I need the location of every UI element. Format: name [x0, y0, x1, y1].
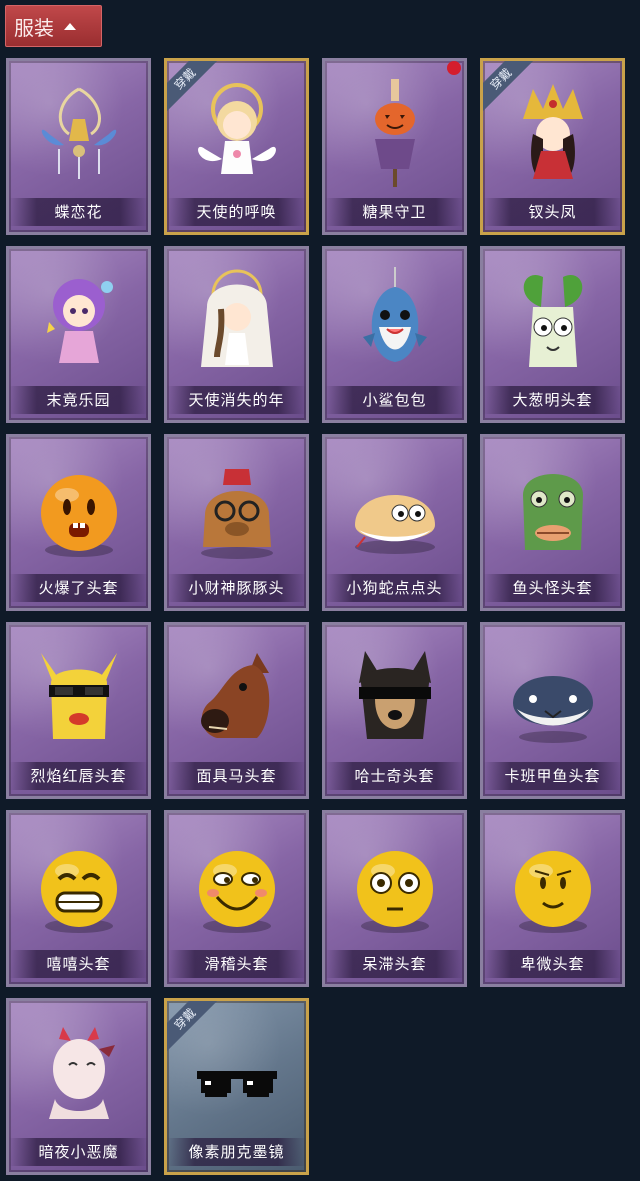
- costume-name: 面具马头套: [167, 762, 306, 790]
- costume-card[interactable]: 蝶恋花: [6, 58, 151, 235]
- veiled-angel-doll-icon: [187, 267, 287, 377]
- husky-sunglasses-head-icon: [345, 643, 445, 753]
- costume-card[interactable]: 面具马头套: [164, 622, 309, 799]
- purple-hair-doll-icon: [29, 267, 129, 377]
- costume-name: 天使消失的年: [167, 386, 306, 414]
- costume-card[interactable]: 大葱明头套: [480, 246, 625, 423]
- costume-name: 蝶恋花: [9, 198, 148, 226]
- costume-name: 像素朋克墨镜: [167, 1138, 306, 1166]
- costume-card[interactable]: 滑稽头套: [164, 810, 309, 987]
- costume-card[interactable]: 暗夜小恶魔: [6, 998, 151, 1175]
- scallion-head-icon: [503, 267, 603, 377]
- costume-name: 鱼头怪头套: [483, 574, 622, 602]
- costume-card[interactable]: 哈士奇头套: [322, 622, 467, 799]
- costume-card[interactable]: 像素朋克墨镜 穿戴: [164, 998, 309, 1175]
- costume-card[interactable]: 呆滞头套: [322, 810, 467, 987]
- costume-card[interactable]: 卡班甲鱼头套: [480, 622, 625, 799]
- costume-name: 暗夜小恶魔: [9, 1138, 148, 1166]
- costume-name: 大葱明头套: [483, 386, 622, 414]
- costume-card[interactable]: 末竟乐园: [6, 246, 151, 423]
- dazed-emoji-head-icon: [345, 831, 445, 941]
- costume-name: 滑稽头套: [167, 950, 306, 978]
- costume-card[interactable]: 小狗蛇点点头: [322, 434, 467, 611]
- costume-card[interactable]: 嘻嘻头套: [6, 810, 151, 987]
- costume-card[interactable]: 天使消失的年: [164, 246, 309, 423]
- costume-name: 末竟乐园: [9, 386, 148, 414]
- costume-card[interactable]: 钗头凤 穿戴: [480, 58, 625, 235]
- grin-emoji-head-icon: [29, 831, 129, 941]
- costume-name: 嘻嘻头套: [9, 950, 148, 978]
- costume-name: 卑微头套: [483, 950, 622, 978]
- pixel-sunglasses-icon: [187, 1019, 287, 1129]
- costume-card[interactable]: 鱼头怪头套: [480, 434, 625, 611]
- costume-name: 小狗蛇点点头: [325, 574, 464, 602]
- butterfly-bell-pendant-icon: [29, 79, 129, 189]
- costume-name: 糖果守卫: [325, 198, 464, 226]
- humble-emoji-head-icon: [503, 831, 603, 941]
- fish-head-icon: [503, 455, 603, 565]
- costume-card[interactable]: 天使的呼唤 穿戴: [164, 58, 309, 235]
- fireball-head-icon: [29, 455, 129, 565]
- capybara-head-icon: [187, 455, 287, 565]
- phoenix-crown-doll-icon: [503, 79, 603, 189]
- costume-name: 天使的呼唤: [167, 198, 306, 226]
- horse-mask-icon: [187, 643, 287, 753]
- costume-name: 火爆了头套: [9, 574, 148, 602]
- costume-card[interactable]: 卑微头套: [480, 810, 625, 987]
- dog-snake-head-icon: [345, 455, 445, 565]
- costume-name: 烈焰红唇头套: [9, 762, 148, 790]
- shark-bag-icon: [345, 267, 445, 377]
- costume-name: 呆滞头套: [325, 950, 464, 978]
- new-indicator-dot: [447, 61, 461, 75]
- costume-card[interactable]: 烈焰红唇头套: [6, 622, 151, 799]
- costume-card[interactable]: 小鲨包包: [322, 246, 467, 423]
- yellow-mask-sunglasses-icon: [29, 643, 129, 753]
- costume-name: 小财神豚豚头: [167, 574, 306, 602]
- funny-emoji-head-icon: [187, 831, 287, 941]
- costume-name: 卡班甲鱼头套: [483, 762, 622, 790]
- fish-ball-head-icon: [503, 643, 603, 753]
- costume-grid: 蝶恋花 天使的呼唤 穿戴 糖果守卫 钗头凤 穿戴 末竟乐园 天使消失的年 小鲨包…: [0, 0, 640, 1181]
- little-devil-head-icon: [29, 1019, 129, 1129]
- costume-card[interactable]: 糖果守卫: [322, 58, 467, 235]
- pumpkin-scarecrow-pendant-icon: [345, 79, 445, 189]
- costume-card[interactable]: 火爆了头套: [6, 434, 151, 611]
- costume-card[interactable]: 小财神豚豚头: [164, 434, 309, 611]
- angel-doll-icon: [187, 79, 287, 189]
- costume-name: 钗头凤: [483, 198, 622, 226]
- costume-name: 哈士奇头套: [325, 762, 464, 790]
- costume-name: 小鲨包包: [325, 386, 464, 414]
